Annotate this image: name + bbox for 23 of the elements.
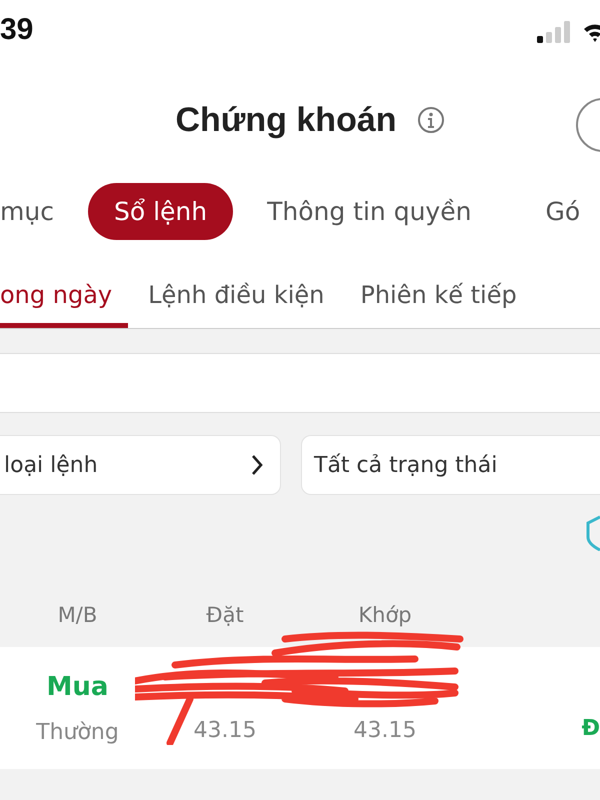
chevron-right-icon	[250, 454, 264, 476]
filter-dropdown[interactable]: loại lệnh	[0, 435, 281, 495]
order-price: 43.15	[194, 718, 256, 742]
info-icon[interactable]	[416, 106, 445, 134]
signal-icon	[536, 20, 572, 44]
category-tab[interactable]: mục	[0, 182, 70, 240]
shield-icon[interactable]	[586, 515, 600, 551]
category-tab[interactable]: Gó	[529, 182, 580, 240]
column-header: M/B	[58, 603, 98, 627]
column-header: Đặt	[206, 603, 244, 627]
order-side: Mua	[46, 672, 108, 702]
category-tab[interactable]: Thông tin quyền	[251, 182, 488, 240]
matched-price: 43.15	[354, 718, 416, 742]
filter-dropdown[interactable]: Tất cả trạng thái	[301, 435, 600, 495]
status-time: 39	[0, 13, 34, 47]
search-field[interactable]	[0, 353, 600, 413]
order-type: Thường	[36, 720, 119, 744]
page-title: Chứng khoán	[175, 100, 397, 140]
category-tab[interactable]: Sổ lệnh	[88, 182, 234, 240]
order-tab[interactable]: Lệnh điều kiện	[132, 246, 340, 328]
order-tab[interactable]: Phiên kế tiếp	[344, 246, 533, 328]
order-status: Đ	[582, 716, 600, 741]
column-header: Khớp	[358, 603, 412, 627]
